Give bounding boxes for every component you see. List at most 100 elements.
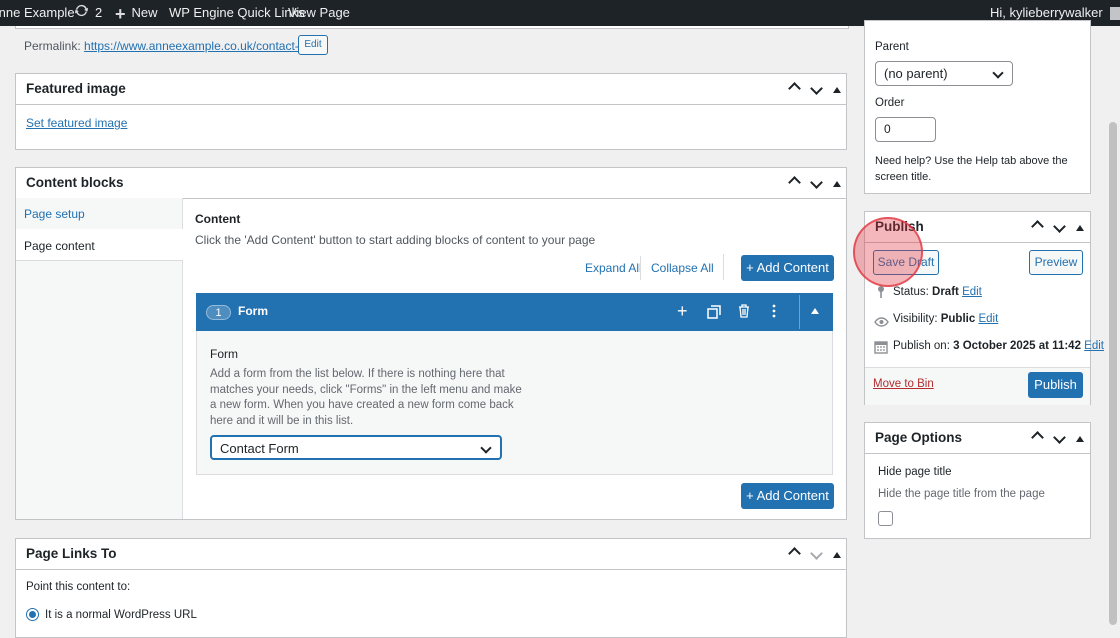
chevron-down-icon xyxy=(810,82,823,95)
permalink-url[interactable]: https://www.anneexample.co.uk/contact-fo… xyxy=(84,39,326,53)
form-help-text: Add a form from the list below. If there… xyxy=(210,368,522,428)
more-options-icon[interactable] xyxy=(772,303,776,322)
parent-select-value: (no parent) xyxy=(884,66,948,81)
content-blocks-title: Content blocks xyxy=(26,175,124,190)
page-links-box: Page Links To Point this content to: It … xyxy=(15,538,847,638)
new-content-link[interactable]: + New xyxy=(115,0,158,26)
collapse-block-icon[interactable] xyxy=(811,308,819,314)
chevron-up-icon xyxy=(788,547,801,560)
collapse-arrow-icon xyxy=(1076,225,1084,231)
toggle-panel-button[interactable] xyxy=(1076,423,1084,453)
chevron-up-icon xyxy=(1031,431,1044,444)
page-links-title: Page Links To xyxy=(26,546,117,561)
chevron-down-icon xyxy=(810,547,823,560)
site-name-link[interactable]: Anne Example xyxy=(0,0,75,26)
add-content-button-top[interactable]: + Add Content xyxy=(741,255,834,281)
set-featured-image-link[interactable]: Set featured image xyxy=(26,116,127,130)
add-block-icon[interactable]: + xyxy=(677,301,688,322)
permalink-label: Permalink: xyxy=(24,39,81,53)
wp-engine-quick-links[interactable]: WP Engine Quick Links xyxy=(169,0,305,26)
permalink-row: Permalink: https://www.anneexample.co.uk… xyxy=(24,38,326,54)
featured-image-title: Featured image xyxy=(26,81,126,96)
add-content-button-bottom[interactable]: + Add Content xyxy=(741,483,834,509)
status-value: Draft xyxy=(932,286,959,298)
hide-title-checkbox[interactable] xyxy=(878,511,893,526)
scrollbar-thumb[interactable] xyxy=(1109,122,1117,625)
divider xyxy=(640,256,641,280)
tab-page-content[interactable]: Page content xyxy=(16,229,183,261)
move-down-button[interactable] xyxy=(810,168,823,198)
pin-icon xyxy=(875,285,887,302)
move-up-button[interactable] xyxy=(1031,212,1044,242)
move-up-button[interactable] xyxy=(788,539,801,569)
trash-icon[interactable] xyxy=(738,304,750,321)
visibility-edit-link[interactable]: Edit xyxy=(978,313,998,325)
move-down-button[interactable] xyxy=(810,74,823,104)
publish-button[interactable]: Publish xyxy=(1028,372,1083,398)
hide-title-label: Hide page title xyxy=(878,466,952,478)
page-links-header: Page Links To xyxy=(16,539,846,570)
status-row: Status: Draft Edit xyxy=(893,286,982,298)
block-title: Form xyxy=(238,304,268,318)
permalink-edit-button[interactable]: Edit xyxy=(298,35,328,55)
parent-select[interactable]: (no parent) xyxy=(875,61,1013,86)
toggle-panel-button[interactable] xyxy=(1076,212,1084,242)
plus-icon: + xyxy=(115,3,126,24)
view-page-link[interactable]: View Page xyxy=(288,0,350,26)
title-box-edge xyxy=(15,26,849,29)
order-label: Order xyxy=(875,97,905,109)
move-up-button[interactable] xyxy=(1031,423,1044,453)
avatar xyxy=(1110,7,1120,21)
publish-actions: Move to Bin Publish xyxy=(865,367,1090,405)
collapse-arrow-icon xyxy=(833,181,841,187)
normal-url-option-label: It is a normal WordPress URL xyxy=(45,609,197,621)
move-to-bin-link[interactable]: Move to Bin xyxy=(873,378,934,390)
chevron-up-icon xyxy=(788,176,801,189)
duplicate-icon[interactable] xyxy=(707,305,721,322)
tab-page-content-label: Page content xyxy=(24,239,95,253)
greeting-text: Hi, kylieberrywalker xyxy=(990,5,1103,20)
content-tabs: Page setup Page content xyxy=(16,198,183,519)
move-down-button[interactable] xyxy=(1053,212,1066,242)
updates-link[interactable]: 2 xyxy=(74,0,102,26)
move-up-button[interactable] xyxy=(788,74,801,104)
click-highlight xyxy=(853,217,923,287)
form-select[interactable]: Contact Form xyxy=(210,435,502,460)
publish-on-row: Publish on: 3 October 2025 at 11:42 Edit xyxy=(893,340,1104,352)
page-attributes-help: Need help? Use the Help tab above the sc… xyxy=(875,155,1068,183)
move-down-button[interactable] xyxy=(810,539,823,569)
form-block-body: Form Add a form from the list below. If … xyxy=(196,331,833,475)
parent-label: Parent xyxy=(875,41,909,53)
chevron-down-icon xyxy=(1053,431,1066,444)
move-down-button[interactable] xyxy=(1053,423,1066,453)
preview-button[interactable]: Preview xyxy=(1029,250,1083,275)
move-up-button[interactable] xyxy=(788,168,801,198)
page-options-box: Page Options Hide page title Hide the pa… xyxy=(864,422,1091,539)
toggle-panel-button[interactable] xyxy=(833,539,841,569)
normal-url-radio[interactable] xyxy=(26,608,39,621)
visibility-value: Public xyxy=(940,313,976,325)
toggle-panel-button[interactable] xyxy=(833,74,841,104)
collapse-arrow-icon xyxy=(833,552,841,558)
order-input[interactable]: 0 xyxy=(875,117,936,142)
chevron-down-icon xyxy=(1053,220,1066,233)
toggle-panel-button[interactable] xyxy=(833,168,841,198)
tab-page-setup[interactable]: Page setup xyxy=(16,198,182,230)
content-blocks-box: Content blocks Page setup Page content C… xyxy=(15,167,847,520)
status-edit-link[interactable]: Edit xyxy=(962,286,982,298)
calendar-icon xyxy=(874,340,888,357)
expand-all-link[interactable]: Expand All xyxy=(585,261,642,275)
publish-on-edit-link[interactable]: Edit xyxy=(1084,340,1104,352)
publish-on-value: 3 October 2025 at 11:42 xyxy=(953,340,1081,352)
collapse-arrow-icon xyxy=(1076,436,1084,442)
chevron-down-icon xyxy=(810,176,823,189)
point-content-label: Point this content to: xyxy=(26,581,131,593)
content-blocks-header: Content blocks xyxy=(16,168,846,199)
collapse-all-link[interactable]: Collapse All xyxy=(651,261,714,275)
form-block-header[interactable]: 1 Form + xyxy=(196,293,833,331)
tab-page-setup-label: Page setup xyxy=(24,207,85,221)
content-label: Content xyxy=(195,212,241,226)
featured-image-box: Featured image Set featured image xyxy=(15,73,847,150)
page-options-title: Page Options xyxy=(875,430,963,445)
updates-count: 2 xyxy=(95,5,103,20)
